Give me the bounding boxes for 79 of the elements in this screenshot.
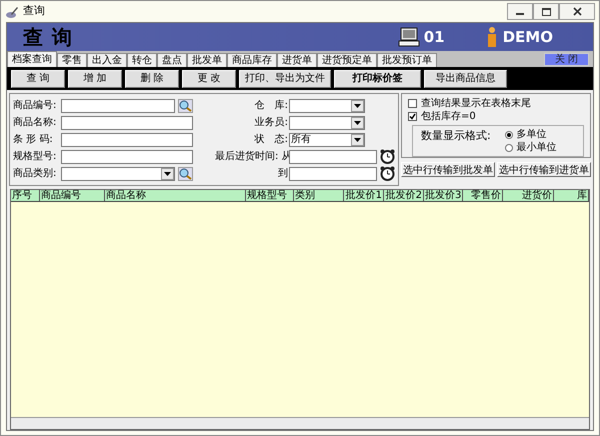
column-header[interactable]: 批发价1 [344,190,384,201]
field-label: 仓 库: [254,98,289,113]
maximize-button[interactable] [533,3,559,20]
tab[interactable]: 出入金 [87,53,127,67]
close-window-button[interactable] [559,3,595,20]
column-header[interactable]: 进货价 [503,190,554,201]
dropdown-field[interactable] [289,98,365,112]
tab[interactable]: 进货预定单 [317,53,377,67]
field-label: 商品编号: [13,98,58,113]
window-title: 查询 [23,3,45,20]
close-icon [572,7,582,16]
checkbox[interactable] [408,99,417,108]
column-header[interactable]: 零售价 [463,190,503,201]
toolbar-button[interactable]: 打印、导出为文件 [239,70,331,88]
field-label: 条 形 码: [13,133,54,147]
column-header[interactable]: 批发价2 [384,190,424,201]
clock-icon[interactable] [380,166,395,181]
field-label: 规格型号: [13,150,58,164]
clock-icon[interactable] [380,149,395,164]
toolbar-button[interactable]: 查 询 [11,70,65,88]
search-icon[interactable] [178,98,193,112]
dropdown-field[interactable]: 所有 [289,132,365,146]
radio-button[interactable] [504,144,513,152]
field-label: 商品名称: [13,116,58,130]
column-header[interactable]: 规格型号 [246,190,294,201]
page-title: 查 询 [23,24,73,51]
date-field[interactable] [289,166,377,180]
scrollbar[interactable] [11,417,589,429]
toolbar-button[interactable]: 导出商品信息 [424,70,507,88]
toolbar-button[interactable]: 打印标价签 [334,70,421,88]
computer-icon [398,27,420,47]
checkbox-label: 查询结果显示在表格末尾 [421,96,531,110]
toolbar-button[interactable]: 更 改 [182,70,236,88]
field-label: 业务员: [254,116,289,130]
tab[interactable]: 档案查询 [7,51,57,67]
tab[interactable]: 批发单 [187,53,227,67]
dropdown-button[interactable] [351,134,364,146]
tab[interactable]: 转仓 [127,53,157,67]
maximize-icon [542,8,550,16]
tab[interactable]: 进货单 [277,53,317,67]
input-field[interactable] [61,98,175,112]
close-button[interactable]: 关 闭 [544,53,589,66]
date-field[interactable] [289,150,377,164]
tab[interactable]: 批发预订单 [377,53,437,67]
dropdown-field[interactable] [289,116,365,130]
dropdown-field[interactable] [61,166,175,180]
terminal-number: 01 [424,26,445,48]
caret-icon [354,120,361,124]
tab[interactable]: 盘点 [157,53,187,67]
column-header[interactable]: 批发价3 [424,190,463,201]
format-label: 数量显示格式: [421,128,491,144]
transfer-button[interactable]: 选中行传输到批发单 [401,162,495,177]
dropdown-button[interactable] [351,100,364,112]
caret-icon [354,138,361,142]
user-name: DEMO [502,26,553,48]
field-label: 商品类别: [13,166,58,181]
tab[interactable]: 商品库存 [227,53,277,67]
input-field[interactable] [61,116,193,130]
caret-icon [354,104,361,108]
radio-label: 最小单位 [516,140,557,155]
app-icon [5,4,19,18]
radio-label: 多单位 [516,128,547,142]
caret-icon [164,172,171,176]
checkbox[interactable] [408,112,417,121]
column-header[interactable]: 类别 [294,190,344,201]
tab[interactable]: 零售 [57,53,87,67]
radio-button[interactable] [504,130,513,138]
toolbar-button[interactable]: 增 加 [68,70,122,88]
field-label: 状 态: [254,132,289,147]
dropdown-button[interactable] [351,116,364,128]
checkbox-label: 包括库存=0 [421,110,476,124]
field-label: 到 [277,167,289,181]
toolbar-button[interactable]: 删 除 [125,70,179,88]
input-field[interactable] [61,150,193,164]
minimize-button[interactable] [507,3,533,20]
input-field[interactable] [61,132,193,146]
search-icon[interactable] [178,166,193,180]
dropdown-button[interactable] [161,168,174,180]
transfer-button[interactable]: 选中行传输到进货单 [497,162,591,177]
